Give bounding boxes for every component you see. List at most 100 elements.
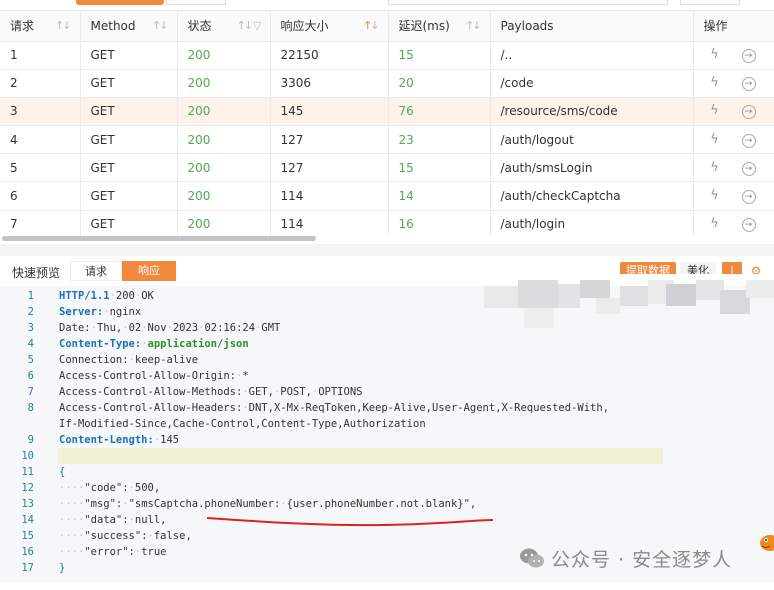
line-content: Access-Control-Allow-Methods:·GET,·POST,… xyxy=(59,386,363,398)
line-content: If-Modified-Since,Cache-Control,Content-… xyxy=(59,418,426,430)
table-row[interactable]: 2 GET 200 3306 20/code ϟ → xyxy=(0,69,774,98)
arrow-right-circle-icon[interactable]: → xyxy=(741,49,756,64)
column-header[interactable]: 操作 xyxy=(693,11,774,42)
line-number: 1 xyxy=(27,290,34,302)
code-line: 5 Connection:·keep-alive xyxy=(0,352,774,368)
cell-latency: 16 xyxy=(388,210,491,236)
cell-size: 22150 xyxy=(270,41,389,70)
line-content: ····"error":·true xyxy=(59,546,167,558)
line-content: ····"code":·500, xyxy=(59,482,161,494)
cell-payload: /auth/login xyxy=(490,210,694,236)
cell-payload: /auth/smsLogin xyxy=(490,153,694,183)
column-header-label: Payloads xyxy=(500,18,554,33)
line-content: { xyxy=(59,466,66,478)
line-content: ····"data":·null, xyxy=(59,514,167,526)
cell-actions: ϟ → xyxy=(693,181,774,211)
active-tab-edge[interactable] xyxy=(76,0,164,5)
table-row[interactable]: 1 GET 200 22150 15/.. ϟ → xyxy=(0,41,774,70)
cell-latency: 76 xyxy=(388,97,491,127)
table-row[interactable]: 5 GET 200 127 15/auth/smsLogin ϟ → xyxy=(0,153,774,183)
sort-icon[interactable]: ↑↓ xyxy=(465,19,482,32)
cell-id: 3 xyxy=(0,97,81,127)
extract-data-button[interactable]: 提取数据 xyxy=(620,262,676,274)
arrow-right-circle-icon[interactable]: → xyxy=(741,77,756,92)
code-bottom-edge xyxy=(0,582,774,590)
line-number: 15 xyxy=(21,530,34,542)
sort-icon[interactable]: ↑↓ xyxy=(152,19,169,32)
beautify-button[interactable]: 美化 xyxy=(680,262,716,274)
cell-actions: ϟ → xyxy=(693,210,774,236)
tab-edge[interactable] xyxy=(166,0,226,5)
sort-icon[interactable]: ↑↓ xyxy=(55,19,72,32)
column-header[interactable]: 延迟(ms) ↑↓ xyxy=(388,11,491,42)
arrow-right-circle-icon[interactable]: → xyxy=(741,161,756,176)
cell-id: 2 xyxy=(0,69,81,98)
table-row[interactable]: 4 GET 200 127 23/auth/logout ϟ → xyxy=(0,125,774,155)
lightning-icon[interactable]: ϟ xyxy=(702,103,728,118)
panel-divider[interactable] xyxy=(0,244,774,256)
table-row[interactable]: 7 GET 200 114 16/auth/login ϟ → xyxy=(0,210,774,236)
settings-icon[interactable]: ⚙ xyxy=(746,262,766,274)
column-header[interactable]: Payloads xyxy=(490,11,694,42)
code-line: 6 Access-Control-Allow-Origin:·* xyxy=(0,368,774,384)
cell-id: 7 xyxy=(0,210,81,236)
button-edge[interactable] xyxy=(680,0,740,5)
tab-request[interactable]: 请求 xyxy=(70,261,122,281)
code-line: 10 xyxy=(0,448,774,464)
line-number: 3 xyxy=(27,322,34,334)
sort-icon[interactable]: ↑↓ xyxy=(363,19,380,32)
cell-status: 200 xyxy=(177,181,271,211)
lightning-icon[interactable]: ϟ xyxy=(702,216,728,231)
cell-method: GET xyxy=(80,181,178,211)
line-number: 2 xyxy=(27,306,34,318)
table-row[interactable]: 3 GET 200 145 76/resource/sms/code ϟ → xyxy=(0,97,774,127)
toggle-button[interactable]: | xyxy=(722,262,742,274)
cell-status: 200 xyxy=(177,210,271,236)
scrollbar-thumb[interactable] xyxy=(2,236,316,241)
tab-response[interactable]: 响应 xyxy=(122,261,176,281)
code-line: 4 Content-Type:·application/json xyxy=(0,336,774,352)
arrow-right-circle-icon[interactable]: → xyxy=(741,133,756,148)
code-line: 7 Access-Control-Allow-Methods:·GET,·POST… xyxy=(0,384,774,400)
lightning-icon[interactable]: ϟ xyxy=(702,47,728,62)
table-header-row: 请求 ↑↓ Method ↑↓ 状态 ↑↓ ▽ 响应大小 ↑↓ 延迟(ms) ↑↓ Payloads 操… xyxy=(0,11,774,42)
code-line: If-Modified-Since,Cache-Control,Content-… xyxy=(0,416,774,432)
line-number: 9 xyxy=(27,434,34,446)
sort-icon[interactable]: ↑↓ ▽ xyxy=(237,19,262,32)
line-number: 4 xyxy=(27,338,34,350)
cell-size: 127 xyxy=(270,153,389,183)
line-number: 7 xyxy=(27,386,34,398)
cell-payload: /auth/logout xyxy=(490,125,694,155)
arrow-right-circle-icon[interactable]: → xyxy=(741,218,756,233)
cell-status: 200 xyxy=(177,97,271,127)
column-header-label: 请求 xyxy=(10,19,35,34)
cell-method: GET xyxy=(80,69,178,98)
line-number: 13 xyxy=(21,498,34,510)
line-number: 11 xyxy=(21,466,34,478)
watermark-text: 公众号 · 安全逐梦人 xyxy=(551,549,733,571)
lightning-icon[interactable]: ϟ xyxy=(702,132,728,147)
table-row[interactable]: 6 GET 200 114 14/auth/checkCaptcha ϟ → xyxy=(0,181,774,211)
lightning-icon[interactable]: ϟ xyxy=(702,75,728,90)
cell-actions: ϟ → xyxy=(693,125,774,155)
filter-icon[interactable]: ▽ xyxy=(253,19,262,32)
lightning-icon[interactable]: ϟ xyxy=(702,160,728,175)
cell-method: GET xyxy=(80,125,178,155)
column-header-label: Method xyxy=(90,18,136,33)
cell-size: 145 xyxy=(270,97,389,127)
column-header[interactable]: 请求 ↑↓ xyxy=(0,11,81,42)
arrow-right-circle-icon[interactable]: → xyxy=(741,190,756,205)
column-header[interactable]: Method ↑↓ xyxy=(80,11,178,42)
cell-actions: ϟ → xyxy=(693,153,774,183)
arrow-right-circle-icon[interactable]: → xyxy=(741,105,756,120)
column-header[interactable]: 响应大小 ↑↓ xyxy=(270,11,389,42)
lightning-icon[interactable]: ϟ xyxy=(702,188,728,203)
cell-latency: 15 xyxy=(388,153,491,183)
column-header[interactable]: 状态 ↑↓ ▽ xyxy=(177,11,271,42)
search-box-edge[interactable] xyxy=(388,0,668,5)
horizontal-scrollbar[interactable] xyxy=(0,236,774,242)
line-content: Connection:·keep-alive xyxy=(59,354,199,366)
cell-payload: /.. xyxy=(490,41,694,70)
line-content: Server:·nginx xyxy=(59,306,142,318)
line-number: 8 xyxy=(27,402,34,414)
